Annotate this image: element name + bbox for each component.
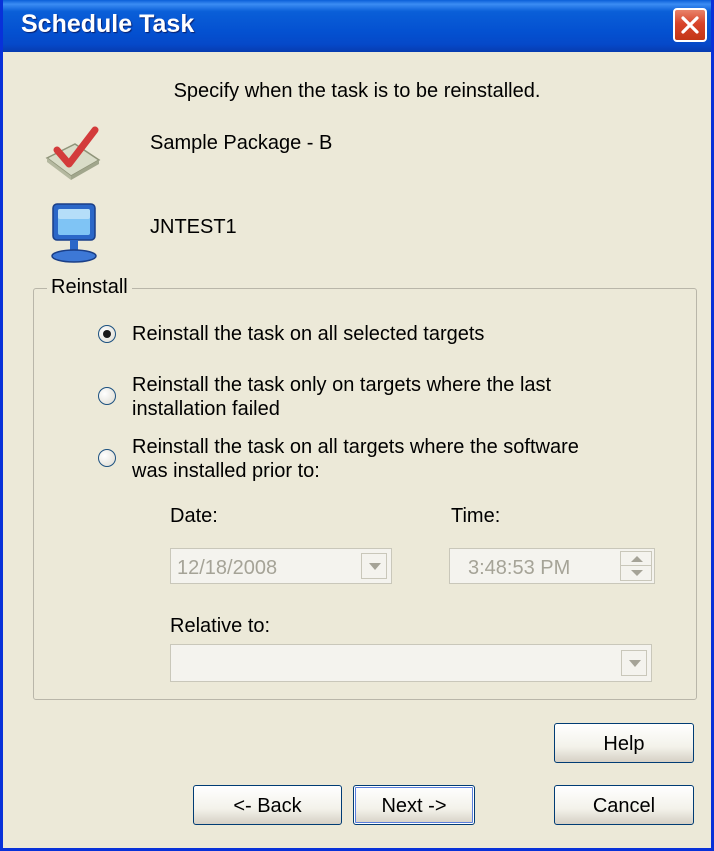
- chevron-down-icon: [369, 563, 381, 570]
- window-title: Schedule Task: [21, 10, 195, 38]
- next-button[interactable]: Next ->: [353, 785, 475, 825]
- help-button[interactable]: Help: [554, 723, 694, 763]
- reinstall-failed-label-line2: installation failed: [132, 398, 280, 420]
- reinstall-prior-label-line1: Reinstall the task on all targets where …: [132, 436, 579, 458]
- computer-monitor-icon: [51, 203, 97, 263]
- reinstall-prior-label-line2: was installed prior to:: [132, 460, 320, 482]
- time-value: 3:48:53 PM: [468, 557, 571, 579]
- reinstall-all-label: Reinstall the task on all selected targe…: [132, 323, 485, 345]
- chevron-down-icon: [631, 570, 643, 576]
- reinstall-groupbox: [33, 288, 697, 700]
- date-label: Date:: [170, 505, 218, 527]
- reinstall-group-label: Reinstall: [47, 276, 132, 299]
- time-picker[interactable]: 3:48:53 PM: [449, 548, 655, 584]
- title-bar[interactable]: Schedule Task: [3, 0, 711, 52]
- relative-to-dropdown[interactable]: [170, 644, 652, 682]
- time-spin-up-button[interactable]: [621, 552, 651, 566]
- reinstall-failed-label-line1: Reinstall the task only on targets where…: [132, 374, 552, 396]
- close-icon: [681, 16, 699, 34]
- instruction-text: Specify when the task is to be reinstall…: [173, 80, 541, 102]
- relative-to-dropdown-button[interactable]: [621, 650, 647, 676]
- schedule-task-dialog: Schedule Task Specify when the task is t…: [0, 0, 714, 851]
- chevron-down-icon: [629, 660, 641, 667]
- date-picker[interactable]: 12/18/2008: [170, 548, 392, 584]
- time-label: Time:: [451, 505, 501, 527]
- relative-to-label: Relative to:: [170, 615, 271, 637]
- package-name: Sample Package - B: [150, 132, 333, 154]
- time-spin-down-button[interactable]: [621, 566, 651, 580]
- target-name: JNTEST1: [150, 216, 237, 238]
- date-dropdown-button[interactable]: [361, 553, 387, 579]
- chevron-up-icon: [631, 556, 643, 562]
- reinstall-prior-radio[interactable]: [98, 449, 116, 467]
- close-button[interactable]: [673, 8, 707, 42]
- date-value: 12/18/2008: [177, 557, 278, 579]
- checkmark-package-icon: [45, 126, 101, 180]
- time-spinner[interactable]: [620, 551, 652, 581]
- cancel-button[interactable]: Cancel: [554, 785, 694, 825]
- reinstall-all-radio[interactable]: [98, 325, 116, 343]
- back-button[interactable]: <- Back: [193, 785, 342, 825]
- reinstall-failed-radio[interactable]: [98, 387, 116, 405]
